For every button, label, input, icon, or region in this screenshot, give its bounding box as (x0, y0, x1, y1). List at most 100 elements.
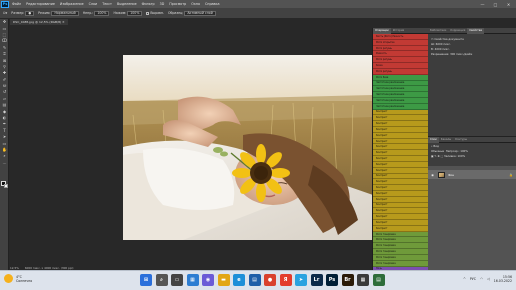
tab-paths[interactable]: Контуры (453, 138, 469, 141)
store-icon[interactable]: ▤ (248, 274, 261, 286)
close-button[interactable]: ✕ (502, 0, 515, 8)
chrome-icon[interactable]: ● (264, 274, 276, 286)
explorer-icon[interactable]: ▬ (217, 274, 230, 286)
more-tools-icon[interactable]: … (0, 160, 9, 166)
tab-history[interactable]: История (391, 29, 406, 32)
wifi-icon[interactable]: ◠ (480, 277, 483, 281)
action-label: Фото ретушь (376, 46, 392, 50)
menu-item[interactable]: Файл (12, 2, 21, 6)
mode-select[interactable]: Режим: Нормальный (38, 10, 79, 16)
action-label: Контраст (376, 122, 388, 126)
blend-mode-select[interactable]: Обычные (431, 149, 444, 153)
widgets-icon[interactable]: ▦ (186, 274, 199, 286)
menu-item[interactable]: 3D (160, 2, 165, 6)
maximize-button[interactable]: □ (489, 0, 502, 8)
yandex-icon[interactable]: Я (279, 274, 292, 286)
notes-icon[interactable]: ▤ (372, 274, 385, 286)
taskview-icon[interactable]: ▭ (171, 274, 183, 286)
tools-panel: ✥ ▭ ⬚ ↀ ✎ ⌗ ⊠ ⚲ ✚ ✐ ⛁ ↺ ▱ ▤ ◆ ◐ ✒ T ➤ ▭ ✋ ⌕… (0, 19, 9, 270)
windows-taskbar: 4°C Солнечно ⊞ ⌕ ▭ ▦ ◉ ▬ e ▤ ● Я ➤ Lr Ps Br ▦ ▤ ^ РУС ◠… (0, 270, 516, 290)
menu-item[interactable]: Окно (191, 2, 200, 6)
weather-desc: Солнечно (16, 278, 33, 283)
action-label: Контраст (376, 215, 388, 219)
volume-icon[interactable]: ◁ (487, 277, 490, 281)
clock[interactable]: 15:56 16.03.2022 (494, 275, 512, 283)
action-label: Контраст (376, 139, 388, 143)
layer-kind-select[interactable]: Вид (433, 144, 438, 148)
action-label: Контраст (376, 197, 388, 201)
action-label: Частотное разложение (376, 81, 405, 85)
start-icon[interactable]: ⊞ (140, 274, 152, 286)
window-controls: — □ ✕ (476, 0, 515, 8)
layer-row-background[interactable]: ◉ Фон 🔒 (428, 170, 516, 179)
menu-item[interactable]: Редактирование (26, 2, 55, 6)
lightroom-icon[interactable]: Lr (310, 274, 323, 286)
menu-item[interactable]: Выделение (117, 2, 137, 6)
flow-control[interactable]: Нажим: 100% (113, 10, 143, 16)
visibility-eye-icon[interactable]: ◉ (430, 172, 435, 177)
weather-widget[interactable]: 4°C Солнечно (4, 274, 32, 283)
action-label: Частотное разложение (376, 104, 405, 108)
tab-layers[interactable]: Слои (428, 136, 439, 143)
action-label: Частотное разложение (376, 93, 405, 97)
menu-item[interactable]: Изображение (60, 2, 84, 6)
align-label: Выравн. (150, 11, 165, 15)
telegram-icon[interactable]: ➤ (295, 274, 307, 286)
layer-opacity[interactable]: Непрозр.: 100% (446, 149, 468, 153)
action-label: Контраст (376, 145, 388, 149)
canvas-area[interactable] (10, 25, 373, 270)
document-tab-title: DSC_0485.jpg @ 12,5% (RGB/8) (13, 20, 62, 24)
menu-item[interactable]: Слои (89, 2, 98, 6)
opacity-value[interactable]: 100% (94, 10, 110, 16)
tab-adjustments[interactable]: Коррекция (448, 29, 467, 32)
menu-item[interactable]: Фильтр (142, 2, 155, 6)
chat-icon[interactable]: ◉ (202, 274, 214, 286)
action-label: Фото тонировка (376, 244, 396, 248)
checkbox-icon (146, 11, 150, 15)
document-canvas-photo[interactable] (123, 55, 373, 240)
photo-image (123, 55, 373, 240)
tab-channels[interactable]: Каналы (439, 138, 453, 141)
lock-icons[interactable]: ▣ ✎ ✥ ⬚ (431, 154, 444, 158)
sample-value[interactable]: Активный слой (184, 10, 216, 16)
brush-size[interactable]: Размер: ● (11, 10, 35, 16)
width-value: Ш: 6000 пикс. (431, 41, 451, 46)
action-label: Контраст (376, 191, 388, 195)
action-label: Фото ретушь (376, 58, 392, 62)
bridge-icon[interactable]: Br (341, 274, 354, 286)
menu-item[interactable]: Текст (102, 2, 112, 6)
color-swatches[interactable] (1, 181, 8, 188)
edge-icon[interactable]: e (233, 274, 245, 286)
brush-size-field[interactable]: ● (25, 10, 35, 16)
menu-item[interactable]: Просмотр (169, 2, 186, 6)
search-icon[interactable]: ⌕ (155, 274, 168, 286)
calc-icon[interactable]: ▦ (357, 274, 369, 286)
background-color-swatch[interactable] (3, 183, 8, 188)
action-label: Частотное разложение (376, 98, 405, 102)
taskbar-apps: ⊞ ⌕ ▭ ▦ ◉ ▬ e ▤ ● Я ➤ Lr Ps Br ▦ ▤ (140, 274, 385, 286)
opacity-control[interactable]: Непр.: 100% (83, 10, 110, 16)
language-indicator[interactable]: РУС (470, 277, 476, 281)
close-tab-icon[interactable]: ✕ (62, 20, 65, 24)
action-label: Контраст (376, 226, 388, 230)
tab-libraries[interactable]: Библиотеки (428, 29, 448, 32)
mode-value[interactable]: Нормальный (51, 10, 79, 16)
sample-select[interactable]: Образец: Активный слой (168, 10, 216, 16)
minimize-button[interactable]: — (476, 0, 489, 8)
action-label: Фото база (376, 75, 389, 79)
tab-actions[interactable]: Операции (373, 27, 391, 34)
action-label: Фото тонировка (376, 238, 396, 242)
action-label: Контраст (376, 186, 388, 190)
layer-fill[interactable]: Заливка: 100% (444, 154, 465, 158)
layers-panel-header: Слои Каналы Контуры ⌕ Вид Обычные Непроз… (428, 136, 516, 166)
chevron-up-icon[interactable]: ^ (463, 277, 466, 281)
menu-item[interactable]: Справка (205, 2, 220, 6)
action-label: Контраст (376, 209, 388, 213)
align-checkbox[interactable]: Выравн. (146, 11, 164, 15)
flow-value[interactable]: 100% (127, 10, 143, 16)
action-label: Контраст (376, 116, 388, 120)
tab-properties[interactable]: Свойства (467, 27, 484, 34)
properties-title: Свойства документа (434, 36, 464, 41)
tool-preset-picker[interactable]: ⛁▾ (3, 11, 7, 15)
photoshop-icon[interactable]: Ps (326, 274, 338, 286)
